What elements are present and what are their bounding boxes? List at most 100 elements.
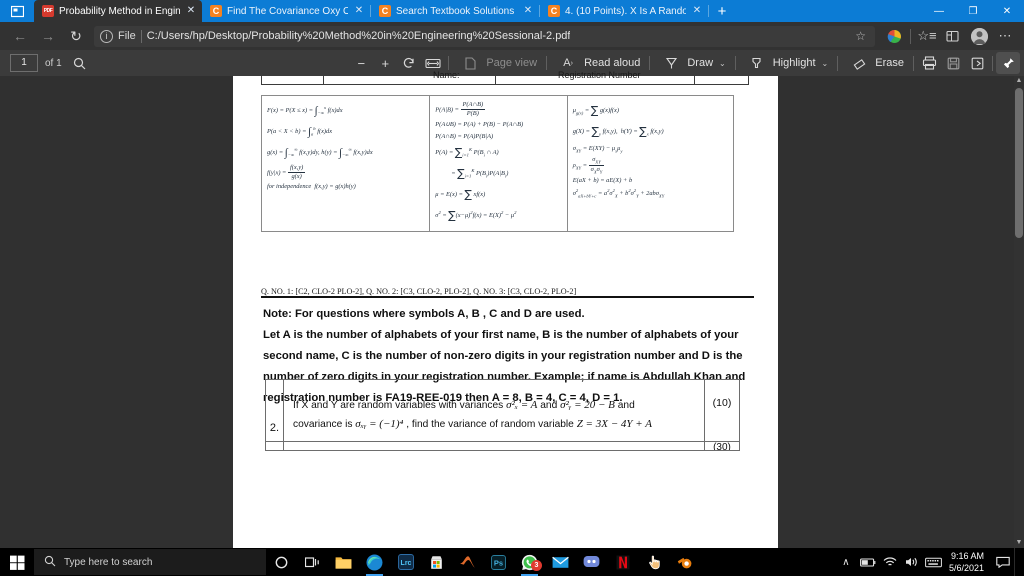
question-line-2: covariance is σₓᵧ = (−1)⁴ , find the var… <box>293 418 652 430</box>
taskbar-app-mail[interactable] <box>545 548 576 576</box>
tab-close-icon[interactable]: ✕ <box>185 6 197 16</box>
search-input[interactable]: Type here to search <box>34 549 266 575</box>
address-input[interactable]: C:/Users/hp/Desktop/Probability%20Method… <box>147 30 571 42</box>
scrollbar-thumb[interactable] <box>1015 88 1023 238</box>
formula: μ = E(x) = ∑ xf(x) <box>435 187 486 201</box>
taskbar-app-whatsapp[interactable]: 3 <box>514 548 545 576</box>
highlight-button[interactable]: Highlight ⌄ <box>739 52 835 74</box>
scroll-up-arrow[interactable]: ▲ <box>1015 76 1023 86</box>
new-tab-button[interactable]: + <box>709 0 735 22</box>
taskbar-app-discord[interactable] <box>576 548 607 576</box>
collections-icon[interactable] <box>940 24 966 48</box>
wifi-icon[interactable] <box>879 548 901 576</box>
browser-tab-1[interactable]: Probability Method in Engineering ✕ <box>34 0 202 22</box>
browser-tab-4[interactable]: 4. (10 Points). X Is A Random Var ✕ <box>540 0 708 22</box>
favorites-icon[interactable]: ☆≡ <box>914 24 940 48</box>
site-info-icon[interactable]: i <box>100 29 113 43</box>
read-aloud-label: Read aloud <box>584 57 641 69</box>
forward-button[interactable]: → <box>34 24 62 48</box>
omnibox[interactable]: i File C:/Users/hp/Desktop/Probability%2… <box>94 25 875 47</box>
question-number-cell <box>266 380 284 389</box>
highlight-label: Highlight <box>772 57 816 69</box>
page-number-input[interactable]: 1 <box>10 54 38 72</box>
covariance-formula: σₓᵧ = (−1)⁴ <box>355 418 404 430</box>
clock-date: 5/6/2021 <box>948 563 984 573</box>
print-icon[interactable] <box>917 52 941 74</box>
tab-title: Probability Method in Engineering <box>59 5 180 17</box>
taskbar-app-microsoft-edge[interactable] <box>359 548 390 576</box>
cortana-icon[interactable] <box>266 548 297 576</box>
horizontal-rule <box>261 296 754 298</box>
chevron-down-icon[interactable]: ⌄ <box>717 59 726 68</box>
question-marks: (10) <box>712 397 732 409</box>
clock-time: 9:16 AM <box>950 551 984 561</box>
browser-tab-2[interactable]: Find The Covariance Oxy Of The ✕ <box>202 0 370 22</box>
formula: g(x) = ∫−∞∞ f(x,y)dy, h(y) = ∫−∞∞ f(x,y)… <box>267 146 373 159</box>
battery-icon[interactable] <box>857 548 879 576</box>
close-button[interactable]: ✕ <box>990 0 1024 22</box>
keyboard-icon[interactable] <box>923 548 945 576</box>
document-header-table <box>261 70 749 85</box>
notification-badge: 3 <box>531 560 542 571</box>
chevron-down-icon[interactable]: ⌄ <box>820 59 829 68</box>
minimize-button[interactable]: — <box>922 0 956 22</box>
taskbar-app-cursor[interactable] <box>638 548 669 576</box>
taskbar-app-blender[interactable] <box>669 548 700 576</box>
windows-taskbar: Type here to search Lrc Ps 3 ∧ 9:16 AM 5… <box>0 548 1024 576</box>
formula: P(A) = ∑i=1K P(Bi ∩ A) <box>435 146 499 159</box>
chegg-favicon-icon <box>548 5 560 17</box>
start-button[interactable] <box>0 548 34 576</box>
maximize-button[interactable]: ❐ <box>956 0 990 22</box>
z-formula: Z = 3X − 4Y + A <box>576 418 652 430</box>
question-number: 2. <box>266 389 284 441</box>
task-view-icon[interactable] <box>297 548 328 576</box>
refresh-button[interactable]: ↻ <box>62 24 90 48</box>
profile-avatar[interactable] <box>966 24 992 48</box>
chegg-favicon-icon <box>210 5 222 17</box>
total-body-cell <box>284 442 705 450</box>
tab-title: 4. (10 Points). X Is A Random Var <box>565 5 686 17</box>
variance-y-formula: σ²ᵧ = 20 − B <box>560 399 615 411</box>
search-icon[interactable] <box>68 52 92 74</box>
formula: σ2 = ∑(x−μ)2f(x) = E(X)2 − μ2 <box>435 208 517 222</box>
vertical-scrollbar[interactable]: ▲ ▼ <box>1014 76 1024 548</box>
note-heading: Note: For questions where symbols A, B ,… <box>263 308 585 320</box>
formula-column-3: μg(x) = ∑ g(x)f(x) g(X) = ∑y f(x,y), h(Y… <box>566 96 733 231</box>
formula: P(A∪B) = P(A) + P(B) − P(A∩B) <box>435 120 524 128</box>
taskbar-app-matlab[interactable] <box>452 548 483 576</box>
save-as-icon[interactable] <box>965 52 989 74</box>
taskbar-app-photoshop[interactable]: Ps <box>483 548 514 576</box>
erase-button[interactable]: Erase <box>841 52 910 74</box>
table-row-total: (30) <box>266 441 739 450</box>
search-placeholder: Type here to search <box>64 556 153 568</box>
total-marks: (30) <box>713 442 731 450</box>
show-hidden-icons-chevron[interactable]: ∧ <box>835 548 857 576</box>
question-clo-line: Q. NO. 1: [C2, CLO-2 PLO-2], Q. NO. 2: [… <box>261 287 577 296</box>
clock[interactable]: 9:16 AM 5/6/2021 <box>945 548 992 576</box>
formula: σXY = E(XY) − μxμy <box>572 144 623 154</box>
tab-actions-menu-icon[interactable] <box>0 0 34 22</box>
question-body-cell <box>284 380 705 389</box>
tab-close-icon[interactable]: ✕ <box>522 6 534 16</box>
tab-close-icon[interactable]: ✕ <box>691 6 703 16</box>
taskbar-app-lightroom-classic[interactable]: Lrc <box>390 548 421 576</box>
save-icon[interactable] <box>941 52 965 74</box>
tab-close-icon[interactable]: ✕ <box>353 6 365 16</box>
settings-and-more-icon[interactable]: ⋯ <box>992 24 1018 48</box>
show-desktop-button[interactable] <box>1014 548 1024 576</box>
taskbar-app-file-explorer[interactable] <box>328 548 359 576</box>
toolbar-divider <box>910 28 911 44</box>
back-button[interactable]: ← <box>6 24 34 48</box>
draw-label: Draw <box>687 57 714 69</box>
add-favorite-icon[interactable]: ☆ <box>852 29 869 43</box>
action-center-icon[interactable] <box>992 548 1014 576</box>
scroll-down-arrow[interactable]: ▼ <box>1015 538 1023 548</box>
formula: P(a < X < b) = ∫ab f(x)dx <box>267 125 333 138</box>
browser-tab-3[interactable]: Search Textbook Solutions | Che ✕ <box>371 0 539 22</box>
taskbar-app-netflix[interactable] <box>607 548 638 576</box>
volume-icon[interactable] <box>901 548 923 576</box>
pin-icon[interactable] <box>996 52 1020 74</box>
collections-color-icon[interactable] <box>881 24 907 48</box>
taskbar-app-microsoft-store[interactable] <box>421 548 452 576</box>
chegg-favicon-icon <box>379 5 391 17</box>
